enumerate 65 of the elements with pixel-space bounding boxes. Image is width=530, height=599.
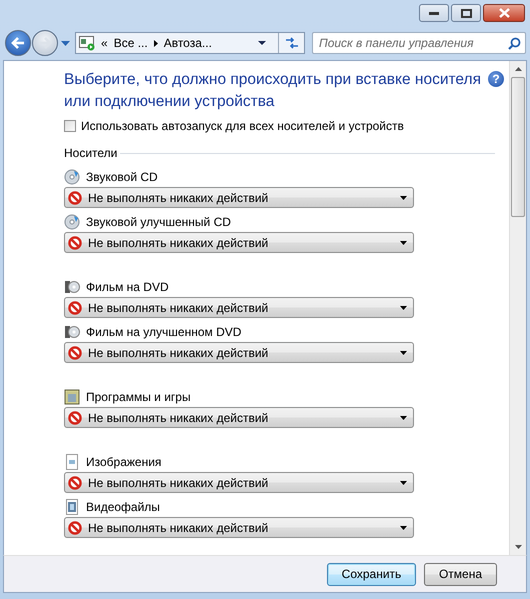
- forward-button[interactable]: [32, 30, 58, 56]
- media-label: Изображения: [86, 455, 162, 469]
- caret-icon: [400, 196, 407, 200]
- action-dropdown[interactable]: Не выполнять никаких действий: [64, 232, 414, 253]
- caret-icon: [400, 416, 407, 420]
- disc-icon: [64, 214, 80, 230]
- search-icon: [508, 36, 521, 50]
- back-button[interactable]: [5, 30, 31, 56]
- minimize-icon: [429, 12, 439, 14]
- history-dropdown-icon[interactable]: [61, 40, 70, 46]
- action-dropdown[interactable]: Не выполнять никаких действий: [64, 407, 414, 428]
- media-label: Фильм на улучшенном DVD: [86, 325, 242, 339]
- prohibited-icon: [68, 300, 82, 314]
- media-label: Звуковой CD: [86, 170, 158, 184]
- caret-icon: [400, 240, 407, 244]
- media-label: Программы и игры: [86, 390, 191, 404]
- prohibited-icon: [68, 190, 82, 204]
- media-label: Фильм на DVD: [86, 280, 169, 294]
- action-dropdown[interactable]: Не выполнять никаких действий: [64, 472, 414, 493]
- program-icon: [64, 389, 80, 405]
- action-dropdown[interactable]: Не выполнять никаких действий: [64, 297, 414, 318]
- help-icon[interactable]: ?: [488, 71, 504, 87]
- control-panel-icon: [79, 35, 95, 51]
- media-label: Звуковой улучшенный CD: [86, 215, 231, 229]
- action-dropdown[interactable]: Не выполнять никаких действий: [64, 517, 414, 538]
- prohibited-icon: [68, 410, 82, 424]
- image-file-icon: [64, 454, 80, 470]
- caret-icon: [400, 350, 407, 354]
- caret-icon: [400, 306, 407, 310]
- close-icon: [498, 8, 510, 18]
- prohibited-icon: [68, 236, 82, 250]
- scroll-down-icon[interactable]: [514, 545, 522, 549]
- disc-icon: [64, 169, 80, 185]
- back-arrow-icon: [11, 37, 25, 49]
- action-dropdown[interactable]: Не выполнять никаких действий: [64, 342, 414, 363]
- media-label: Видеофайлы: [86, 500, 160, 514]
- section-title: Носители: [64, 146, 118, 160]
- video-file-icon: [64, 499, 80, 515]
- breadcrumb-chevron[interactable]: «: [101, 36, 108, 50]
- prohibited-icon: [68, 520, 82, 534]
- dialog-button[interactable]: Сохранить: [327, 562, 416, 586]
- maximize-icon: [460, 8, 472, 18]
- address-bar[interactable]: « Все ... Автоза...: [75, 32, 305, 54]
- prohibited-icon: [68, 476, 82, 490]
- refresh-icon: [284, 37, 298, 49]
- breadcrumb-item[interactable]: Все ...: [114, 36, 148, 50]
- prohibited-icon: [68, 346, 82, 360]
- film-disc-icon: [64, 324, 80, 340]
- scroll-up-icon[interactable]: [514, 67, 522, 71]
- dialog-button[interactable]: Отмена: [424, 562, 497, 586]
- film-disc-icon: [64, 279, 80, 295]
- action-dropdown[interactable]: Не выполнять никаких действий: [64, 187, 414, 208]
- close-button[interactable]: [483, 4, 525, 22]
- breadcrumb-arrow-icon[interactable]: [154, 40, 158, 46]
- search-field[interactable]: Поиск в панели управления: [312, 32, 526, 54]
- minimize-button[interactable]: [419, 4, 449, 22]
- checkbox-label[interactable]: Использовать автозапуск для всех носителей и устройств: [81, 119, 404, 133]
- checkbox[interactable]: [64, 120, 76, 132]
- caret-icon: [400, 526, 407, 530]
- scrollbar-thumb[interactable]: [511, 77, 525, 217]
- breadcrumb-item[interactable]: Автоза...: [164, 36, 212, 50]
- page-heading: Выберите, что должно происходить при вставке носителя или подключении устройства: [64, 70, 482, 112]
- caret-icon: [400, 480, 407, 484]
- maximize-button[interactable]: [451, 4, 481, 22]
- caret-icon: [258, 41, 266, 45]
